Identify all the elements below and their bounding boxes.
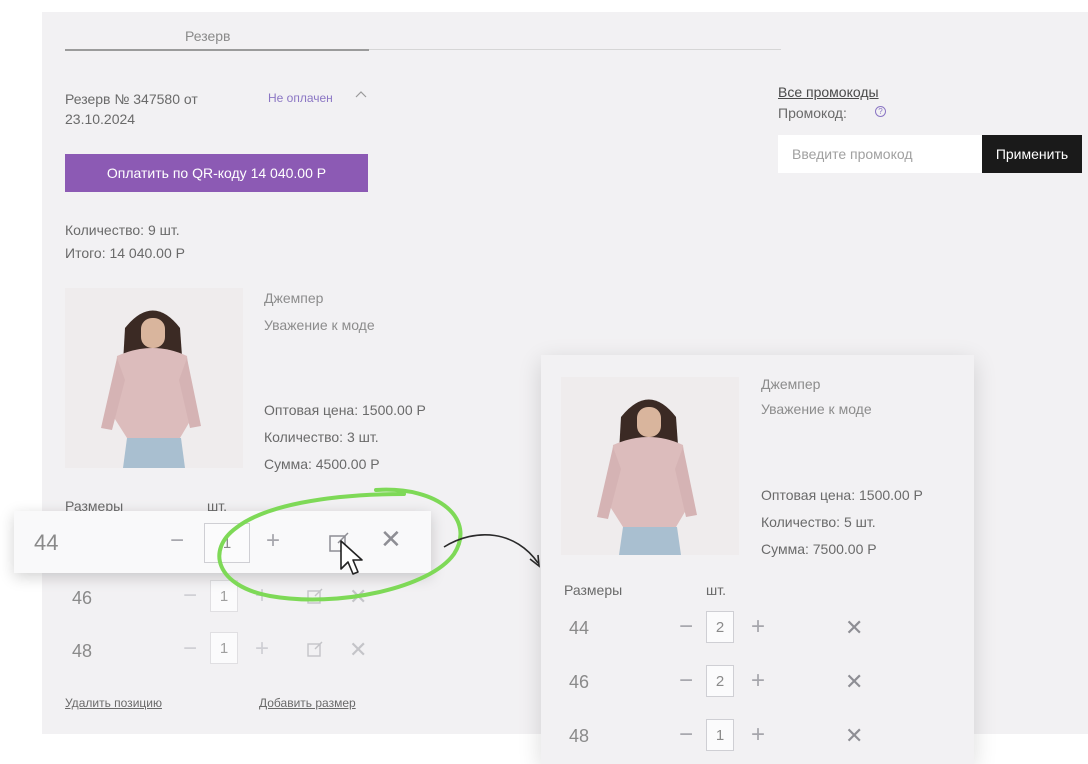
order-status: Не оплачен — [268, 91, 333, 105]
qty-header: шт. — [706, 582, 726, 598]
cursor-icon — [340, 540, 363, 575]
product-brand: Уважение к моде — [264, 317, 375, 333]
plus-button[interactable]: + — [751, 669, 765, 693]
summary-quantity: Количество: 9 шт. — [65, 222, 180, 238]
minus-button[interactable]: − — [679, 615, 693, 639]
order-title: Резерв № 347580 от 23.10.2024 — [65, 91, 198, 127]
close-icon[interactable]: ✕ — [349, 639, 367, 661]
product-price: Оптовая цена: 1500.00 Р — [761, 487, 923, 503]
qty-field[interactable]: 2 — [706, 611, 734, 643]
product-name: Джемпер — [264, 290, 324, 306]
help-icon[interactable]: ? — [875, 106, 886, 117]
product-quantity: Количество: 3 шт. — [264, 429, 379, 445]
qty-field[interactable]: 1 — [210, 632, 238, 664]
close-icon[interactable]: ✕ — [845, 725, 863, 747]
promo-label: Промокод: — [778, 105, 847, 121]
tab-divider — [369, 49, 781, 50]
plus-button[interactable]: + — [751, 615, 765, 639]
edit-icon[interactable] — [306, 640, 324, 658]
plus-button[interactable]: + — [751, 723, 765, 747]
close-icon[interactable]: ✕ — [845, 617, 863, 639]
close-icon[interactable]: ✕ — [845, 671, 863, 693]
product-price: Оптовая цена: 1500.00 Р — [264, 402, 426, 418]
size-value: 44 — [569, 618, 590, 638]
product-quantity: Количество: 5 шт. — [761, 514, 876, 530]
qty-field[interactable]: 2 — [706, 665, 734, 697]
promo-input[interactable] — [778, 135, 982, 173]
minus-button[interactable]: − — [679, 669, 693, 693]
sizes-header: Размеры — [564, 582, 623, 598]
product-name: Джемпер — [761, 376, 821, 392]
arrow-icon — [443, 534, 540, 568]
plus-button[interactable]: + — [255, 637, 269, 661]
tab-reserve[interactable]: Резерв — [185, 28, 230, 44]
product-photo — [561, 377, 739, 555]
size-value: 44 — [34, 530, 59, 555]
apply-promo-button[interactable]: Применить — [982, 135, 1082, 173]
minus-button[interactable]: − — [679, 723, 693, 747]
add-size-link[interactable]: Добавить размер — [259, 696, 356, 710]
summary-total: Итого: 14 040.00 Р — [65, 245, 185, 261]
updated-product-card: Джемпер Уважение к моде Оптовая цена: 15… — [541, 355, 974, 764]
minus-button[interactable]: − — [183, 584, 197, 608]
product-brand: Уважение к моде — [761, 401, 872, 417]
chevron-up-icon[interactable] — [353, 86, 369, 102]
product-photo — [65, 288, 243, 468]
delete-position-link[interactable]: Удалить позицию — [65, 696, 162, 710]
pay-qr-button[interactable]: Оплатить по QR-коду 14 040.00 Р — [65, 154, 368, 192]
size-value: 48 — [569, 726, 590, 746]
all-promocodes-link[interactable]: Все промокоды — [778, 84, 879, 100]
minus-button[interactable]: − — [183, 637, 197, 661]
minus-button[interactable]: − — [170, 529, 184, 553]
tab-active-indicator — [65, 49, 369, 51]
product-sum: Сумма: 4500.00 Р — [264, 456, 380, 472]
model-image — [65, 288, 243, 468]
size-value: 46 — [72, 588, 93, 608]
model-image — [561, 377, 739, 555]
product-sum: Сумма: 7500.00 Р — [761, 541, 877, 557]
qty-field[interactable]: 1 — [706, 719, 734, 751]
size-value: 48 — [72, 641, 93, 661]
size-value: 46 — [569, 672, 590, 692]
